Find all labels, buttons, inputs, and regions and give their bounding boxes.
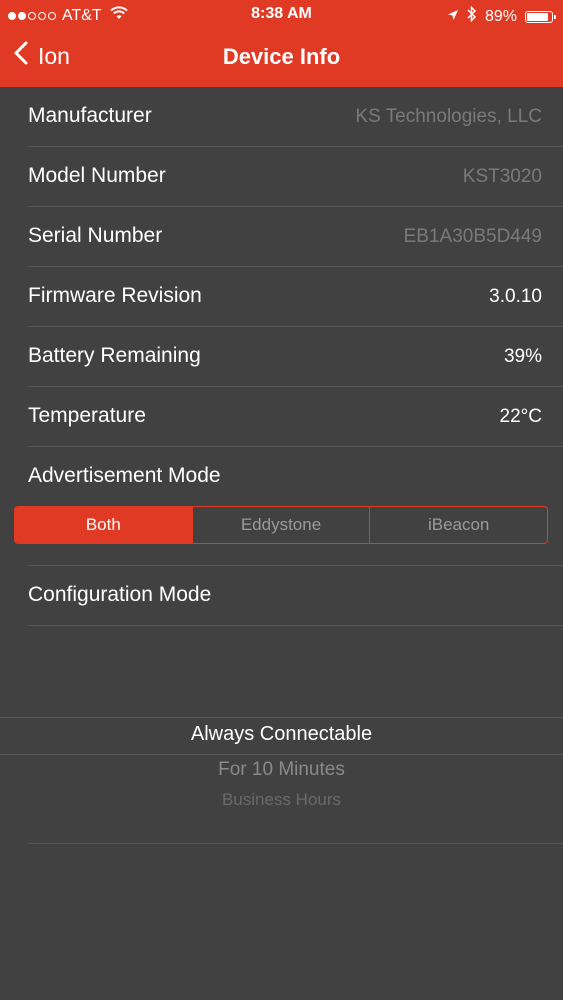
serial-number-label: Serial Number <box>28 224 163 247</box>
battery-icon <box>525 10 556 23</box>
picker-divider <box>28 843 563 844</box>
page-title: Device Info <box>222 44 341 69</box>
battery-remaining-row: Battery Remaining 39% <box>28 327 563 387</box>
model-number-value: KST3020 <box>462 166 542 187</box>
serial-number-row: Serial Number EB1A30B5D449 <box>28 207 563 267</box>
temperature-label: Temperature <box>28 404 146 427</box>
picker-option-business-hours[interactable]: Business Hours <box>0 790 563 810</box>
configuration-mode-picker[interactable]: Always Connectable For 10 Minutes Busine… <box>0 650 563 845</box>
serial-number-value: EB1A30B5D449 <box>403 226 542 247</box>
battery-remaining-value: 39% <box>503 346 542 367</box>
battery-percent: 89% <box>484 7 517 25</box>
manufacturer-label: Manufacturer <box>28 104 152 127</box>
status-right: 89% <box>447 5 556 27</box>
model-number-row: Model Number KST3020 <box>28 147 563 207</box>
firmware-revision-value: 3.0.10 <box>489 286 542 307</box>
device-info-list: Manufacturer KS Technologies, LLC Model … <box>0 87 563 626</box>
battery-remaining-label: Battery Remaining <box>28 344 201 367</box>
configuration-mode-row[interactable]: Configuration Mode <box>28 566 563 626</box>
navigation-bar: Ion Device Info <box>0 30 563 87</box>
temperature-value: 22°C <box>499 406 542 427</box>
segment-ibeacon[interactable]: iBeacon <box>370 507 547 543</box>
configuration-mode-label: Configuration Mode <box>28 583 212 606</box>
manufacturer-row: Manufacturer KS Technologies, LLC <box>28 87 563 147</box>
picker-option-10-minutes[interactable]: For 10 Minutes <box>0 759 563 781</box>
firmware-revision-row: Firmware Revision 3.0.10 <box>28 267 563 327</box>
segment-both[interactable]: Both <box>15 507 193 543</box>
header: AT&T 8:38 AM 89% Ion Device Info <box>0 0 563 87</box>
advertisement-mode-label: Advertisement Mode <box>28 464 221 487</box>
segment-eddystone[interactable]: Eddystone <box>193 507 371 543</box>
status-bar: AT&T 8:38 AM 89% <box>0 0 563 30</box>
model-number-label: Model Number <box>28 164 166 187</box>
firmware-revision-label: Firmware Revision <box>28 284 202 307</box>
device-info-screen: AT&T 8:38 AM 89% Ion Device Info Manufac… <box>0 0 563 1000</box>
manufacturer-value: KS Technologies, LLC <box>355 106 542 127</box>
picker-option-always-connectable[interactable]: Always Connectable <box>0 723 563 746</box>
temperature-row: Temperature 22°C <box>28 387 563 447</box>
advertisement-mode-control: Both Eddystone iBeacon <box>14 506 548 544</box>
bluetooth-icon <box>467 5 477 27</box>
location-arrow-icon <box>447 8 459 26</box>
advertisement-mode-row: Advertisement Mode Both Eddystone iBeaco… <box>14 447 563 566</box>
